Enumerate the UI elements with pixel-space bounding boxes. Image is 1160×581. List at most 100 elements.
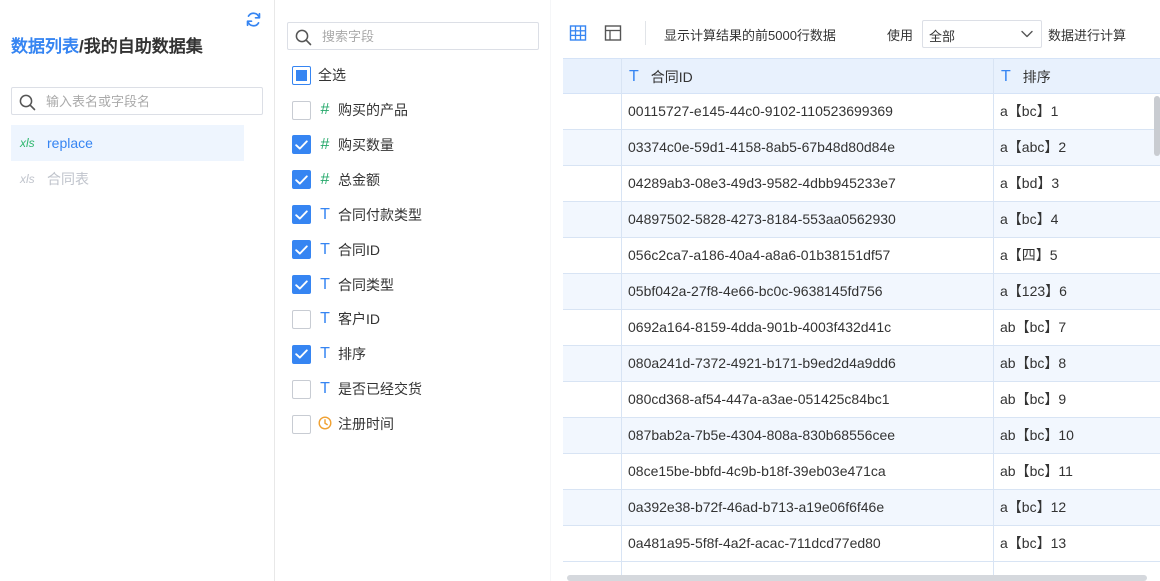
- checkbox-unchecked-icon[interactable]: [292, 309, 311, 329]
- field-name: 合同类型: [338, 276, 394, 293]
- column-divider: [621, 58, 622, 581]
- field-row[interactable]: # 总金额: [292, 169, 380, 191]
- checkbox-unchecked-icon[interactable]: [292, 379, 311, 399]
- field-row[interactable]: T 排序: [292, 343, 366, 365]
- column-header-contract-id[interactable]: T 合同ID: [629, 59, 693, 94]
- checkbox-checked-icon[interactable]: [292, 170, 311, 190]
- checkbox-checked-icon[interactable]: [292, 135, 311, 155]
- clock-icon: [312, 415, 338, 433]
- cell-sort: ab【bc】7: [1000, 319, 1067, 335]
- text-type-icon: T: [1001, 67, 1011, 85]
- field-name: 注册时间: [338, 416, 394, 433]
- cell-contract-id: 05bf042a-27f8-4e66-bc0c-9638145fd756: [628, 283, 883, 299]
- table-row: 0a392e38-b72f-46ad-b713-a19e06f6f46e a【bc…: [563, 490, 1160, 526]
- toolbar-separator: [645, 21, 646, 45]
- cell-sort: a【bc】4: [1000, 211, 1059, 227]
- vertical-scrollbar[interactable]: [1154, 96, 1160, 156]
- field-row[interactable]: T 合同ID: [292, 239, 380, 261]
- cell-sort: a【123】6: [1000, 283, 1067, 299]
- field-row[interactable]: 注册时间: [292, 413, 394, 435]
- cell-contract-id: 00115727-e145-44c0-9102-110523699369: [628, 103, 893, 119]
- cell-contract-id: 08ce15be-bbfd-4c9b-b18f-39eb03e471ca: [628, 463, 886, 479]
- table-list-panel: 数据列表/我的自助数据集 xls replace xls 合同表: [0, 0, 275, 581]
- field-row[interactable]: # 购买的产品: [292, 99, 408, 121]
- cell-contract-id: 080cd368-af54-447a-a3ae-051425c84bc1: [628, 391, 890, 407]
- breadcrumb-data-list-link[interactable]: 数据列表: [11, 37, 79, 56]
- table-row: 05bf042a-27f8-4e66-bc0c-9638145fd756 a【12…: [563, 274, 1160, 310]
- checkbox-checked-icon[interactable]: [292, 205, 311, 225]
- number-icon: #: [320, 170, 330, 188]
- field-name: 购买数量: [338, 136, 394, 153]
- checkbox-unchecked-icon[interactable]: [292, 100, 311, 120]
- table-name: 合同表: [47, 171, 89, 187]
- table-row: 04289ab3-08e3-49d3-9582-4dbb945233e7 a【bd…: [563, 166, 1160, 202]
- number-icon: #: [320, 135, 330, 153]
- field-row[interactable]: # 购买数量: [292, 134, 394, 156]
- xls-icon: xls: [20, 136, 35, 150]
- field-row[interactable]: T 合同付款类型: [292, 204, 422, 226]
- text-type-icon: T: [320, 205, 330, 223]
- checkbox-checked-icon[interactable]: [292, 344, 311, 364]
- field-name: 合同付款类型: [338, 206, 422, 223]
- field-name: 合同ID: [338, 241, 380, 258]
- text-type-icon: T: [629, 67, 639, 85]
- breadcrumb: 数据列表/我的自助数据集: [11, 32, 203, 57]
- text-type-icon: T: [320, 240, 330, 258]
- column-label: 排序: [1022, 68, 1051, 85]
- table-row: 080cd368-af54-447a-a3ae-051425c84bc1 ab【b…: [563, 382, 1160, 418]
- checkbox-partial-icon[interactable]: [292, 65, 311, 85]
- text-type-icon: T: [320, 275, 330, 293]
- field-search-box: [287, 22, 539, 50]
- cell-sort: ab【bc】8: [1000, 355, 1067, 371]
- table-item-contract[interactable]: xls 合同表: [11, 161, 244, 197]
- table-row: 08ce15be-bbfd-4c9b-b18f-39eb03e471ca ab【b…: [563, 454, 1160, 490]
- grid-view-icon[interactable]: [569, 24, 587, 42]
- table-search-box: [11, 87, 263, 115]
- table-name: replace: [47, 135, 93, 151]
- number-icon: #: [320, 101, 330, 118]
- row-limit-description: 显示计算结果的前5000行数据: [664, 28, 836, 43]
- column-header-sort[interactable]: T 排序: [1001, 59, 1051, 94]
- table-row: 0a481a95-5f8f-4a2f-acac-711dcd77ed80 a【bc…: [563, 526, 1160, 562]
- cell-contract-id: 0a481a95-5f8f-4a2f-acac-711dcd77ed80: [628, 535, 881, 551]
- field-row[interactable]: T 合同类型: [292, 274, 394, 296]
- field-name: 排序: [338, 346, 366, 363]
- field-row[interactable]: T 是否已经交货: [292, 378, 422, 400]
- select-all-label: 全选: [318, 67, 346, 83]
- select-all-checkbox[interactable]: 全选: [292, 64, 346, 86]
- field-search-input[interactable]: [322, 27, 532, 45]
- refresh-icon[interactable]: [245, 11, 262, 28]
- table-search-input[interactable]: [46, 92, 256, 110]
- field-name: 是否已经交货: [338, 381, 422, 398]
- column-divider: [993, 58, 994, 581]
- calc-range-value: 全部: [929, 29, 956, 44]
- table-item-replace[interactable]: xls replace: [11, 125, 244, 161]
- column-label: 合同ID: [650, 68, 693, 85]
- text-type-icon: T: [320, 310, 330, 328]
- checkbox-checked-icon[interactable]: [292, 275, 311, 294]
- cell-contract-id: 0a392e38-b72f-46ad-b713-a19e06f6f46e: [628, 499, 885, 515]
- cell-sort: a【abc】2: [1000, 139, 1067, 155]
- cell-contract-id: 087bab2a-7b5e-4304-808a-830b68556cee: [628, 427, 896, 443]
- cell-contract-id: 056c2ca7-a186-40a4-a8a6-01b38151df57: [628, 247, 891, 263]
- checkbox-checked-icon[interactable]: [292, 240, 311, 260]
- table-row: 056c2ca7-a186-40a4-a8a6-01b38151df57 a【四】…: [563, 238, 1160, 274]
- preview-toolbar: 显示计算结果的前5000行数据 使用 全部 数据进行计算: [551, 0, 1160, 58]
- search-icon: [295, 29, 312, 46]
- field-row[interactable]: T 客户ID: [292, 308, 380, 330]
- chevron-down-icon: [1021, 30, 1033, 38]
- horizontal-scrollbar[interactable]: [567, 575, 1147, 581]
- cell-contract-id: 04289ab3-08e3-49d3-9582-4dbb945233e7: [628, 175, 896, 191]
- cell-contract-id: 0692a164-8159-4dda-901b-4003f432d41c: [628, 319, 892, 335]
- calc-range-select[interactable]: 全部: [922, 20, 1042, 48]
- cell-sort: a【bc】13: [1000, 535, 1067, 551]
- text-type-icon: T: [320, 345, 330, 363]
- layout-view-icon[interactable]: [604, 24, 622, 42]
- field-list-panel: 全选 # 购买的产品 # 购买数量 # 总金额 T 合同付款类型 T 合同ID T 合同类型 T 客户ID…: [276, 0, 550, 581]
- cell-sort: a【bc】12: [1000, 499, 1067, 515]
- checkbox-unchecked-icon[interactable]: [292, 414, 311, 434]
- calc-suffix-label: 数据进行计算: [1048, 28, 1127, 43]
- cell-contract-id: 04897502-5828-4273-8184-553aa0562930: [628, 211, 896, 227]
- cell-sort: a【四】5: [1000, 247, 1058, 263]
- cell-sort: ab【bc】10: [1000, 427, 1074, 443]
